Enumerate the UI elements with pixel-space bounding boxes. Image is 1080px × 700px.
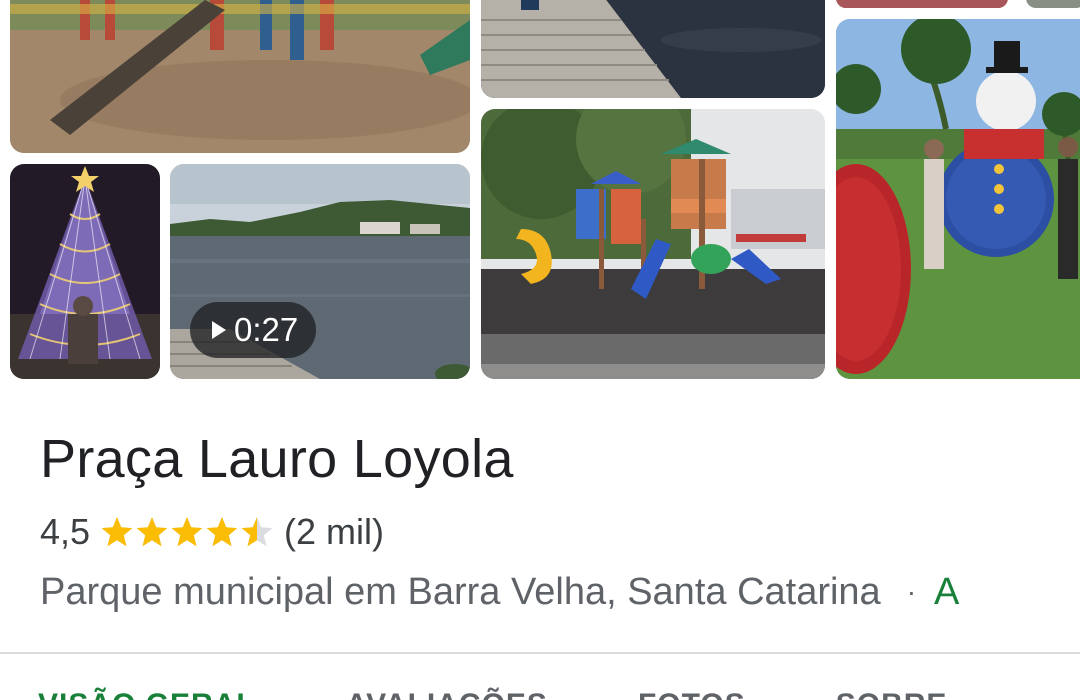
separator-dot: ·	[906, 576, 917, 607]
photo-gallery: 0:27	[0, 0, 1080, 392]
review-count[interactable]: (2 mil)	[284, 511, 384, 553]
video-duration-badge: 0:27	[190, 302, 317, 358]
star-icon	[135, 515, 169, 549]
video-duration: 0:27	[234, 311, 299, 348]
photo-pier-lake[interactable]	[481, 0, 825, 98]
place-card: 0:27 Praça Lauro Loyola 4,5 (2 mil) Parq…	[0, 0, 1080, 700]
photo-snowman-decor[interactable]	[836, 19, 1080, 379]
star-icon	[170, 515, 204, 549]
photo-playground-sand[interactable]	[10, 0, 470, 153]
star-icon	[205, 515, 239, 549]
tab-reviews[interactable]: AVALIAÇÕES	[346, 688, 548, 700]
place-category: Parque municipal em Barra Velha, Santa C…	[40, 570, 881, 613]
photo-top-strip-2[interactable]	[1026, 0, 1080, 8]
tab-photos[interactable]: FOTOS	[638, 688, 746, 700]
photo-christmas-tree[interactable]	[10, 164, 160, 379]
star-icon	[100, 515, 134, 549]
divider	[0, 652, 1080, 654]
photo-top-strip[interactable]	[836, 0, 1008, 8]
tab-overview[interactable]: VISÃO GERAL	[38, 688, 256, 700]
rating-row[interactable]: 4,5 (2 mil)	[40, 510, 384, 554]
place-title: Praça Lauro Loyola	[40, 429, 514, 489]
category-row: Parque municipal em Barra Velha, Santa C…	[40, 566, 959, 618]
play-icon	[212, 321, 226, 339]
photo-playground-colorful[interactable]	[481, 109, 825, 379]
star-half-icon	[240, 515, 274, 549]
tab-bar: VISÃO GERAL AVALIAÇÕES FOTOS SOBRE	[38, 688, 947, 700]
tab-about[interactable]: SOBRE	[836, 688, 948, 700]
open-status: A	[934, 570, 960, 613]
rating-value: 4,5	[40, 511, 91, 552]
star-rating	[100, 515, 274, 549]
video-lake[interactable]: 0:27	[170, 164, 470, 379]
